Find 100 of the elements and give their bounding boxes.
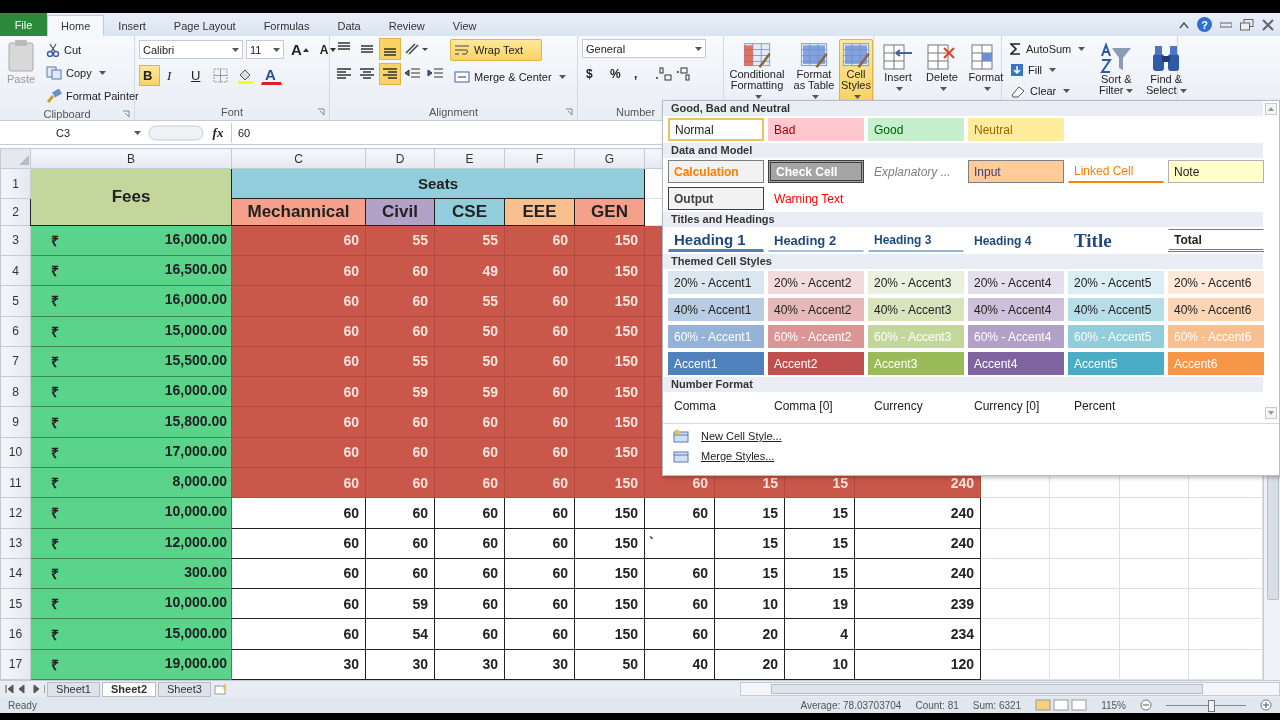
merge-center-button[interactable]: Merge & Center bbox=[450, 66, 570, 88]
menu-item[interactable]: Merge Styles... bbox=[701, 450, 775, 462]
cell-style-option[interactable]: Accent2 bbox=[768, 352, 864, 375]
underline-button[interactable]: U bbox=[187, 65, 208, 86]
dialog-launcher-icon[interactable] bbox=[565, 107, 573, 116]
cell-style-option[interactable]: 20% - Accent3 bbox=[868, 271, 964, 294]
ribbon-tab[interactable]: Page Layout bbox=[159, 15, 250, 36]
shrink-font-button[interactable]: A bbox=[315, 39, 340, 60]
ribbon-tab[interactable]: Home bbox=[47, 15, 105, 36]
file-tab[interactable]: File bbox=[0, 13, 47, 36]
menu-item[interactable]: New Cell Style... bbox=[701, 430, 782, 442]
cell-style-option[interactable]: 20% - Accent4 bbox=[968, 271, 1064, 294]
zoom-out-icon[interactable] bbox=[1140, 699, 1152, 711]
column-header[interactable]: F bbox=[504, 148, 575, 169]
row-number[interactable]: 4 bbox=[0, 255, 31, 286]
cell-style-option[interactable]: Normal bbox=[668, 118, 764, 141]
close-icon[interactable] bbox=[1262, 18, 1274, 31]
cell-style-option[interactable]: Explanatory ... bbox=[868, 160, 964, 183]
row-number[interactable]: 15 bbox=[0, 588, 31, 619]
cell-style-option[interactable]: Comma bbox=[668, 394, 764, 417]
fill-button[interactable]: Fill bbox=[1006, 60, 1090, 80]
styles-button[interactable]: Cell Styles bbox=[839, 39, 873, 103]
bold-button[interactable]: B bbox=[139, 65, 160, 86]
cells-button[interactable]: Format bbox=[966, 39, 1006, 95]
row-number[interactable]: 11 bbox=[0, 467, 31, 498]
cell-style-option[interactable]: Warning Text bbox=[768, 187, 864, 210]
column-header[interactable]: G bbox=[574, 148, 645, 169]
column-header[interactable]: C bbox=[231, 148, 366, 169]
row-number[interactable]: 5 bbox=[0, 285, 31, 317]
font-color-button[interactable]: A bbox=[261, 66, 282, 85]
cell-style-option[interactable]: 20% - Accent6 bbox=[1168, 271, 1264, 294]
font-size-dropdown[interactable]: 11 bbox=[246, 40, 284, 59]
number-format-dropdown[interactable]: General bbox=[582, 39, 706, 58]
cell-style-option[interactable]: Input bbox=[968, 160, 1064, 183]
row-number[interactable]: 12 bbox=[0, 497, 31, 528]
cell-style-option[interactable]: Currency [0] bbox=[968, 394, 1064, 417]
cells-button[interactable]: Delete bbox=[922, 39, 962, 95]
row-number[interactable]: 10 bbox=[0, 437, 31, 468]
sheet-tab[interactable]: Sheet3 bbox=[158, 681, 211, 697]
ribbon-tab[interactable]: Review bbox=[374, 15, 439, 36]
number-format-button[interactable]: , bbox=[630, 63, 651, 84]
increase-decimal-icon[interactable] bbox=[654, 65, 672, 82]
cell-style-option[interactable]: 40% - Accent4 bbox=[968, 298, 1064, 321]
cell-style-option[interactable]: 20% - Accent5 bbox=[1068, 271, 1164, 294]
ribbon-tab[interactable]: Data bbox=[323, 15, 375, 36]
cell-style-option[interactable]: Accent4 bbox=[968, 352, 1064, 375]
cell-style-option[interactable]: Good bbox=[868, 118, 964, 141]
vertical-align-icon[interactable] bbox=[380, 39, 400, 59]
number-format-button[interactable]: % bbox=[606, 63, 627, 84]
cell-style-option[interactable]: Comma [0] bbox=[768, 394, 864, 417]
cell-style-option[interactable]: 40% - Accent3 bbox=[868, 298, 964, 321]
row-number[interactable]: 7 bbox=[0, 346, 31, 377]
grow-font-button[interactable]: A bbox=[287, 39, 313, 60]
zoom-in-icon[interactable] bbox=[1260, 699, 1272, 711]
cell-style-option[interactable]: 40% - Accent6 bbox=[1168, 298, 1264, 321]
sort-filter-button[interactable]: Sort & Filter bbox=[1093, 39, 1140, 97]
column-header[interactable]: D bbox=[365, 148, 435, 169]
cell-style-option[interactable]: Percent bbox=[1068, 394, 1164, 417]
sheet-tab[interactable]: Sheet1 bbox=[47, 681, 100, 697]
column-header[interactable]: B bbox=[30, 148, 232, 169]
clear-button[interactable]: Clear bbox=[1006, 81, 1090, 101]
cell-style-option[interactable]: Output bbox=[668, 187, 764, 210]
cell-style-option[interactable]: 40% - Accent2 bbox=[768, 298, 864, 321]
scroll-up-icon[interactable] bbox=[1265, 103, 1277, 115]
horizontal-scrollbar[interactable] bbox=[739, 682, 1280, 696]
italic-button[interactable]: I bbox=[163, 65, 184, 86]
row-number[interactable]: 13 bbox=[0, 528, 31, 559]
sheet-navigation-icon[interactable] bbox=[4, 684, 46, 694]
column-header[interactable]: E bbox=[434, 148, 505, 169]
cell-style-option[interactable]: Neutral bbox=[968, 118, 1064, 141]
row-number[interactable]: 17 bbox=[0, 649, 31, 680]
decrease-decimal-icon[interactable] bbox=[675, 65, 693, 82]
insert-function-button[interactable]: fx bbox=[205, 125, 231, 141]
ribbon-tab[interactable]: View bbox=[438, 15, 491, 36]
row-number[interactable]: 3 bbox=[0, 225, 31, 256]
format-painter-button[interactable]: Format Painter bbox=[42, 85, 143, 107]
cell-style-option[interactable]: Accent1 bbox=[668, 352, 764, 375]
scroll-down-icon[interactable] bbox=[1265, 407, 1277, 419]
dialog-launcher-icon[interactable] bbox=[317, 107, 325, 116]
cell-style-option[interactable]: Heading 2 bbox=[768, 229, 864, 252]
name-box[interactable]: C3 bbox=[0, 123, 145, 143]
row-number[interactable]: 14 bbox=[0, 558, 31, 589]
collapse-ribbon-icon[interactable] bbox=[1179, 20, 1189, 29]
row-number[interactable]: 8 bbox=[0, 376, 31, 407]
cell-style-option[interactable]: Title bbox=[1068, 229, 1164, 252]
cell-style-option[interactable]: 20% - Accent1 bbox=[668, 271, 764, 294]
cell-style-option[interactable]: 20% - Accent2 bbox=[768, 271, 864, 294]
autosum-button[interactable]: AutoSum bbox=[1006, 39, 1090, 59]
wrap-text-button[interactable]: Wrap Text bbox=[450, 39, 542, 61]
ribbon-tab[interactable]: Formulas bbox=[249, 15, 324, 36]
row-number[interactable]: 9 bbox=[0, 406, 31, 438]
find-select-button[interactable]: Find & Select bbox=[1143, 39, 1190, 97]
restore-icon[interactable] bbox=[1240, 18, 1254, 31]
number-format-button[interactable]: $ bbox=[582, 63, 603, 84]
zoom-level[interactable]: 115% bbox=[1101, 699, 1126, 711]
cells-button[interactable]: Insert bbox=[878, 39, 918, 95]
ribbon-tab[interactable]: Insert bbox=[104, 15, 160, 36]
cell-style-option[interactable]: Heading 3 bbox=[868, 229, 964, 252]
cell-style-option[interactable]: Bad bbox=[768, 118, 864, 141]
font-family-dropdown[interactable]: Calibri bbox=[139, 40, 243, 59]
